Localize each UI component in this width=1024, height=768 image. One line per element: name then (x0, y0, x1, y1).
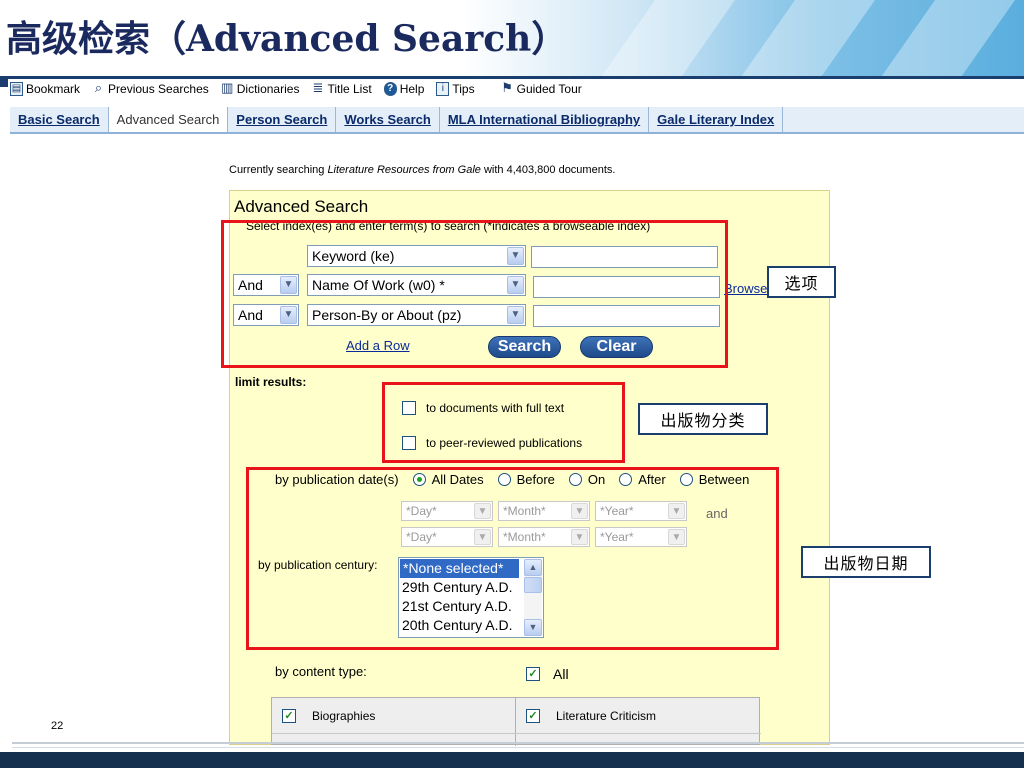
publication-type-callout: 出版物分类 (638, 403, 768, 435)
list-icon: ≣ (312, 80, 324, 95)
toolbar-title-list[interactable]: ≣ Title List (311, 80, 372, 96)
footer-rule (12, 742, 1024, 744)
content-type-cell: ✓ Literature Criticism (516, 698, 760, 734)
toolbar-label: Help (399, 82, 425, 96)
literature-criticism-checkbox[interactable]: ✓ (526, 709, 540, 723)
content-type-cell: ✓ Biographies (272, 698, 515, 734)
tab-advanced-search[interactable]: Advanced Search (108, 107, 229, 132)
tab-basic-search[interactable]: Basic Search (10, 107, 109, 132)
content-type-table: ✓ Biographies ✓ Literature Criticism (271, 697, 761, 746)
tab-gale-literary-index[interactable]: Gale Literary Index (649, 107, 784, 132)
page-number: 22 (51, 720, 64, 732)
options-highlight-box (221, 220, 728, 368)
publication-date-highlight-box (246, 467, 779, 650)
toolbar-label: Title List (327, 82, 372, 96)
footer-bar (0, 752, 1024, 768)
document-count: 4,403,800 (506, 164, 556, 176)
table-divider (515, 698, 516, 746)
slide-header: 高级检索（Advanced Search） (0, 0, 1024, 76)
top-toolbar: ▤ Bookmark ⌕ Previous Searches ▥ Diction… (10, 79, 1024, 99)
toolbar-label: Dictionaries (236, 82, 300, 96)
options-callout: 选项 (767, 266, 836, 298)
books-icon: ▥ (221, 80, 234, 95)
header-rule-marker (0, 79, 8, 87)
help-icon: ? (383, 82, 397, 96)
content-all-checkbox[interactable]: ✓ (526, 667, 540, 681)
context-middle: with (480, 164, 507, 176)
toolbar-label: Guided Tour (516, 82, 582, 96)
toolbar-dictionaries[interactable]: ▥ Dictionaries (221, 80, 300, 96)
toolbar-label: Previous Searches (108, 82, 209, 96)
publication-type-highlight-box (382, 382, 625, 463)
content-type-label: by content type: (275, 664, 367, 679)
search-context: Currently searching Literature Resources… (229, 164, 615, 176)
tab-person-search[interactable]: Person Search (228, 107, 337, 132)
header-decoration (556, 0, 764, 76)
content-type-all-option: ✓ All (526, 666, 569, 682)
context-source: Literature Resources from Gale (327, 164, 481, 176)
content-all-label: All (553, 666, 569, 682)
header-decoration (696, 0, 904, 76)
publication-date-callout: 出版物日期 (801, 546, 931, 578)
toolbar-tips[interactable]: i Tips (436, 82, 475, 96)
bookmark-icon: ▤ (10, 82, 23, 96)
context-prefix: Currently searching (229, 164, 328, 176)
advanced-search-heading: Advanced Search (234, 197, 369, 216)
limit-results-label: limit results: (235, 375, 307, 389)
toolbar-bookmark[interactable]: ▤ Bookmark (10, 82, 80, 96)
slide-title: 高级检索（Advanced Search） (6, 18, 568, 60)
toolbar-label: Tips (452, 82, 475, 96)
browse-link[interactable]: Browse (724, 281, 767, 296)
content-type-label-criticism: Literature Criticism (556, 709, 657, 723)
footer-rule (12, 747, 1024, 748)
tab-mla-bibliography[interactable]: MLA International Bibliography (440, 107, 650, 132)
toolbar-help[interactable]: ? Help (383, 82, 425, 96)
tips-icon: i (436, 82, 450, 96)
toolbar-label: Bookmark (26, 82, 81, 96)
tab-works-search[interactable]: Works Search (336, 107, 440, 132)
toolbar-previous-searches[interactable]: ⌕ Previous Searches (92, 80, 209, 96)
toolbar-guided-tour[interactable]: ⚑ Guided Tour (501, 80, 582, 96)
magnifier-icon: ⌕ (94, 80, 103, 95)
table-row-divider (272, 733, 761, 734)
search-tabs: Basic Search Advanced Search Person Sear… (10, 107, 1024, 134)
content-type-label-biographies: Biographies (312, 709, 376, 723)
biographies-checkbox[interactable]: ✓ (282, 709, 296, 723)
context-suffix: documents. (555, 164, 616, 176)
walker-icon: ⚑ (501, 80, 513, 95)
